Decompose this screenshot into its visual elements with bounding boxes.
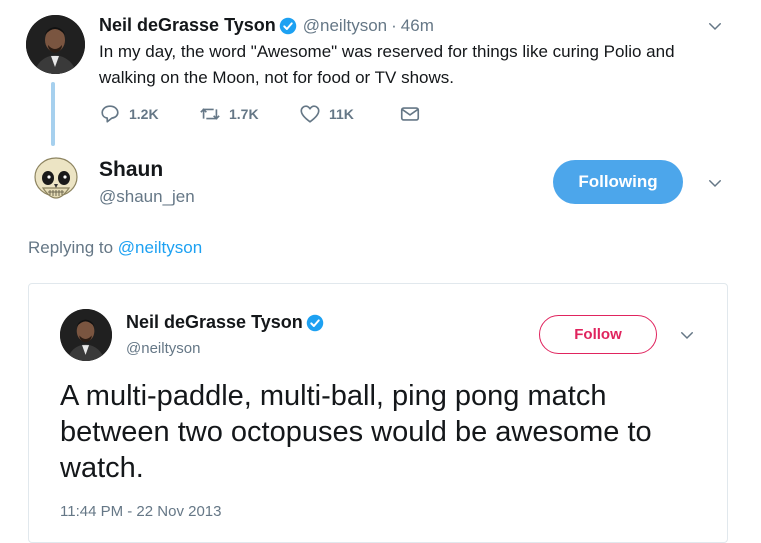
quoted-timestamp[interactable]: 11:44 PM - 22 Nov 2013 bbox=[60, 503, 221, 520]
tweet-time[interactable]: 46m bbox=[401, 16, 434, 36]
like-icon bbox=[300, 105, 320, 123]
follow-button[interactable]: Follow bbox=[539, 315, 657, 354]
quoted-author-name[interactable]: Neil deGrasse Tyson bbox=[126, 312, 303, 333]
retweet-icon bbox=[200, 108, 220, 120]
reply-author-handle[interactable]: @shaun_jen bbox=[99, 187, 195, 207]
verified-badge-icon bbox=[306, 314, 323, 331]
like-action[interactable]: 11K bbox=[299, 103, 399, 125]
verified-badge-icon bbox=[279, 17, 296, 34]
reply-count: 1.2K bbox=[129, 106, 159, 122]
following-button[interactable]: Following bbox=[553, 160, 683, 204]
reply-author-name[interactable]: Shaun bbox=[99, 158, 163, 182]
quoted-tweet-text: A multi-paddle, multi-ball, ping pong ma… bbox=[60, 380, 652, 484]
tweet-header: Neil deGrasse Tyson @neiltyson · 46m bbox=[99, 15, 434, 36]
tweet-author-handle[interactable]: @neiltyson bbox=[303, 16, 387, 36]
skull-avatar-image bbox=[34, 157, 78, 199]
chevron-down-icon[interactable] bbox=[706, 17, 724, 35]
message-action[interactable] bbox=[399, 103, 421, 125]
replying-to-prefix: Replying to bbox=[28, 238, 114, 257]
quoted-author-handle[interactable]: @neiltyson bbox=[126, 340, 200, 357]
avatar-image bbox=[26, 15, 85, 74]
chevron-down-icon[interactable] bbox=[706, 174, 724, 192]
avatar-image bbox=[60, 309, 112, 361]
tweet-separator: · bbox=[391, 15, 397, 35]
thread-line bbox=[51, 82, 55, 146]
replying-to-mention[interactable]: @neiltyson bbox=[118, 238, 202, 257]
replying-to: Replying to @neiltyson bbox=[28, 238, 202, 258]
retweet-count: 1.7K bbox=[229, 106, 259, 122]
tweet-actions: 1.2K 1.7K 11K bbox=[99, 103, 421, 125]
chevron-down-icon[interactable] bbox=[678, 326, 696, 344]
reply-avatar[interactable] bbox=[28, 154, 84, 210]
reply-action[interactable]: 1.2K bbox=[99, 103, 199, 125]
tweet-author-name[interactable]: Neil deGrasse Tyson bbox=[99, 15, 276, 36]
quoted-header: Neil deGrasse Tyson bbox=[126, 312, 324, 333]
reply-icon bbox=[101, 105, 119, 123]
message-icon bbox=[400, 107, 420, 121]
like-count: 11K bbox=[329, 106, 354, 122]
retweet-action[interactable]: 1.7K bbox=[199, 103, 299, 125]
avatar[interactable] bbox=[26, 15, 85, 74]
quoted-avatar[interactable] bbox=[60, 309, 112, 361]
tweet-text: In my day, the word "Awesome" was reserv… bbox=[99, 42, 675, 87]
